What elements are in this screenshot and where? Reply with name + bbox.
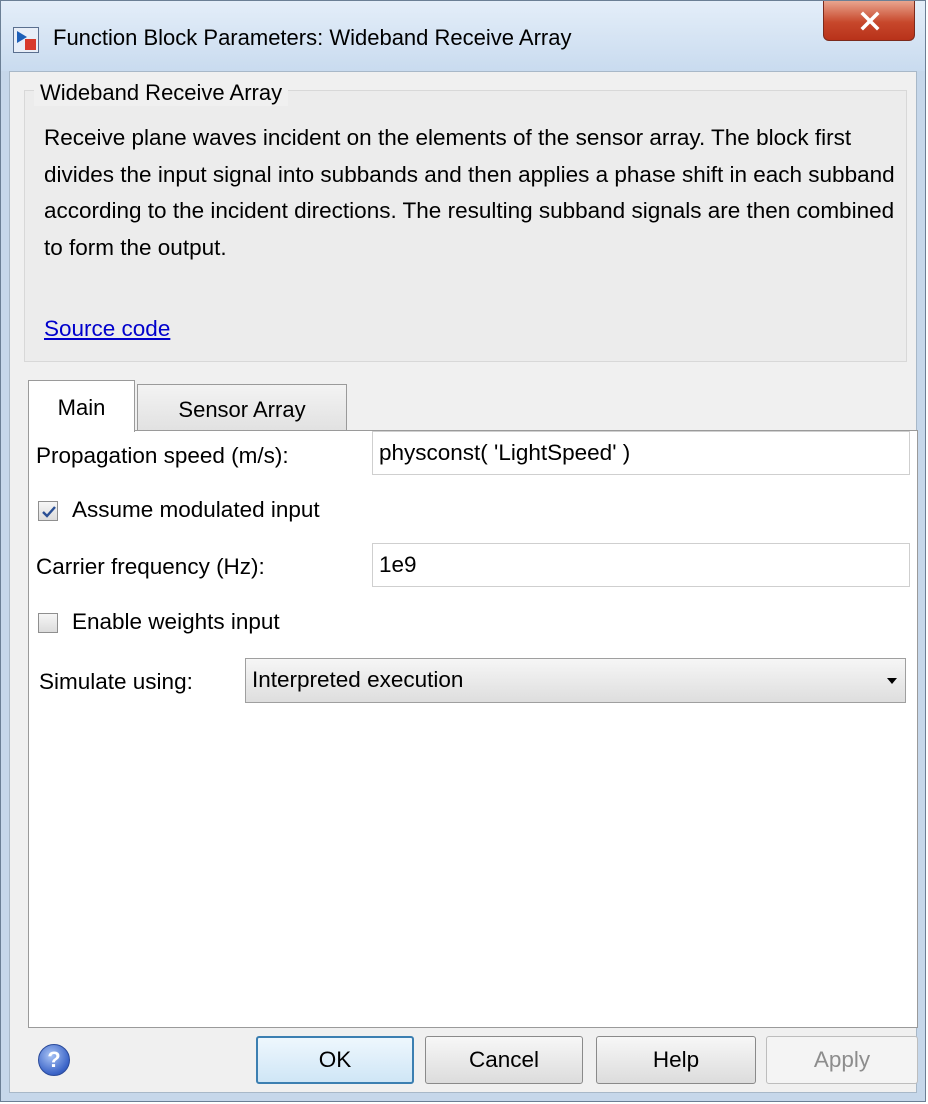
ok-button[interactable]: OK: [256, 1036, 414, 1084]
dialog-window: Function Block Parameters: Wideband Rece…: [0, 0, 926, 1102]
enable-weights-checkbox[interactable]: [38, 613, 58, 633]
help-button[interactable]: Help: [596, 1036, 756, 1084]
simulate-using-value: Interpreted execution: [252, 667, 464, 692]
carrier-frequency-field[interactable]: [372, 543, 910, 587]
assume-modulated-checkbox[interactable]: [38, 501, 58, 521]
close-button[interactable]: [823, 1, 915, 41]
cancel-button[interactable]: Cancel: [425, 1036, 583, 1084]
title-bar[interactable]: Function Block Parameters: Wideband Rece…: [1, 1, 925, 71]
simulink-block-icon: [13, 27, 39, 53]
propagation-speed-field[interactable]: [372, 431, 910, 475]
tab-sensor-array[interactable]: Sensor Array: [137, 384, 347, 431]
help-question-icon[interactable]: ?: [38, 1044, 70, 1076]
checkmark-icon: [42, 506, 56, 518]
tab-main[interactable]: Main: [28, 380, 135, 432]
close-x-icon: [860, 11, 880, 31]
main-tab-panel: Propagation speed (m/s): Assume modulate…: [28, 430, 918, 1028]
enable-weights-label: Enable weights input: [72, 609, 280, 634]
dialog-body: Wideband Receive Array Receive plane wav…: [9, 71, 918, 1093]
group-title: Wideband Receive Array: [34, 80, 289, 106]
simulate-using-dropdown[interactable]: Interpreted execution: [245, 658, 906, 703]
window-title: Function Block Parameters: Wideband Rece…: [53, 25, 572, 50]
chevron-down-icon: [887, 678, 897, 684]
source-code-link[interactable]: Source code: [44, 316, 170, 342]
carrier-frequency-label: Carrier frequency (Hz):: [36, 554, 265, 579]
propagation-speed-label: Propagation speed (m/s):: [36, 443, 289, 468]
assume-modulated-label: Assume modulated input: [72, 497, 320, 522]
apply-button[interactable]: Apply: [766, 1036, 918, 1084]
block-description: Receive plane waves incident on the elem…: [44, 125, 895, 260]
simulate-using-label: Simulate using:: [39, 669, 193, 694]
